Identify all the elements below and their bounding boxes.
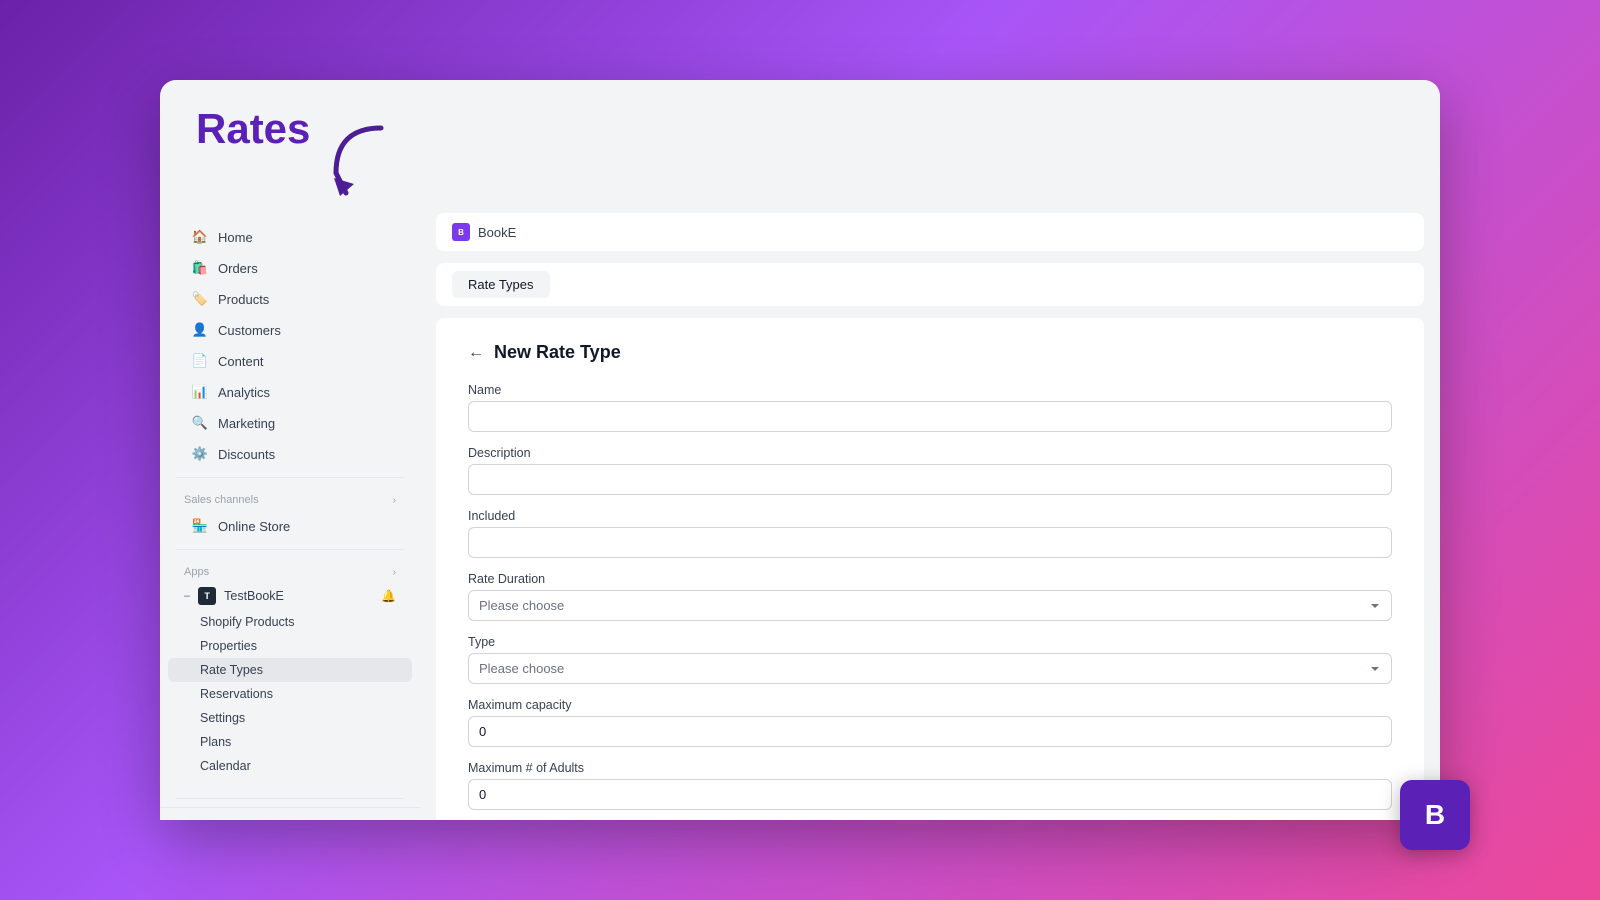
- tab-rate-types[interactable]: Rate Types: [452, 271, 550, 298]
- max-capacity-input[interactable]: [468, 716, 1392, 747]
- sub-item-plans[interactable]: Plans: [160, 730, 420, 754]
- max-adults-label: Maximum # of Adults: [468, 761, 1392, 775]
- sub-item-settings-app[interactable]: Settings: [160, 706, 420, 730]
- sub-item-properties[interactable]: Properties: [160, 634, 420, 658]
- customers-icon: 👤: [192, 322, 208, 338]
- back-arrow-icon[interactable]: ←: [468, 344, 484, 362]
- marketing-icon: 🔍: [192, 415, 208, 431]
- form-card: ← New Rate Type Name Description Include…: [436, 318, 1424, 820]
- chevron-right-icon: ›: [393, 495, 396, 506]
- nav-item-home[interactable]: 🏠 Home: [168, 222, 412, 252]
- main-content: B BookE Rate Types ← New Rate Type Name: [420, 213, 1440, 820]
- field-name: Name: [468, 383, 1392, 432]
- sub-item-reservations[interactable]: Reservations: [160, 682, 420, 706]
- nav-item-marketing[interactable]: 🔍 Marketing: [168, 408, 412, 438]
- app-icon: T: [198, 587, 216, 605]
- analytics-icon: 📊: [192, 384, 208, 400]
- sales-channels-section: Sales channels ›: [160, 486, 420, 510]
- included-input[interactable]: [468, 527, 1392, 558]
- app-testbooke[interactable]: – T TestBookE 🔔: [160, 582, 420, 610]
- home-icon: 🏠: [192, 229, 208, 245]
- field-type: Type Please choose: [468, 635, 1392, 684]
- content-icon: 📄: [192, 353, 208, 369]
- nav-item-content[interactable]: 📄 Content: [168, 346, 412, 376]
- field-max-capacity: Maximum capacity: [468, 698, 1392, 747]
- name-label: Name: [468, 383, 1392, 397]
- orders-icon: 🛍️: [192, 260, 208, 276]
- app-collapse-icon: –: [184, 590, 190, 602]
- nav-item-analytics[interactable]: 📊 Analytics: [168, 377, 412, 407]
- nav-item-customers[interactable]: 👤 Customers: [168, 315, 412, 345]
- field-max-adults: Maximum # of Adults: [468, 761, 1392, 810]
- card-header: Rates: [160, 80, 1440, 203]
- nav-item-discounts[interactable]: ⚙️ Discounts: [168, 439, 412, 469]
- name-input[interactable]: [468, 401, 1392, 432]
- arrow-graphic: [326, 118, 396, 203]
- rate-duration-label: Rate Duration: [468, 572, 1392, 586]
- breadcrumb-app-icon: B: [452, 223, 470, 241]
- breadcrumb-app-name: BookE: [478, 225, 516, 240]
- field-included: Included: [468, 509, 1392, 558]
- sub-item-shopify-products[interactable]: Shopify Products: [160, 610, 420, 634]
- sub-item-calendar[interactable]: Calendar: [160, 754, 420, 778]
- type-label: Type: [468, 635, 1392, 649]
- included-label: Included: [468, 509, 1392, 523]
- description-input[interactable]: [468, 464, 1392, 495]
- apps-chevron-icon: ›: [393, 567, 396, 578]
- field-rate-duration: Rate Duration Please choose: [468, 572, 1392, 621]
- max-capacity-label: Maximum capacity: [468, 698, 1392, 712]
- apps-section: Apps ›: [160, 558, 420, 582]
- sidebar: 🏠 Home 🛍️ Orders 🏷️ Products 👤 Customers…: [160, 213, 420, 820]
- field-description: Description: [468, 446, 1392, 495]
- nav-item-online-store[interactable]: 🏪 Online Store: [168, 511, 412, 541]
- divider-3: [176, 798, 404, 799]
- page-title: Rates: [196, 108, 310, 150]
- b-badge: B: [1400, 780, 1470, 850]
- breadcrumb-bar: B BookE: [436, 213, 1424, 251]
- divider-2: [176, 549, 404, 550]
- form-title: New Rate Type: [494, 342, 621, 363]
- divider-1: [176, 477, 404, 478]
- sub-item-rate-types[interactable]: Rate Types: [168, 658, 412, 682]
- rate-duration-select[interactable]: Please choose: [468, 590, 1392, 621]
- settings-bottom[interactable]: ⚙️ Settings: [160, 807, 420, 820]
- nav-item-products[interactable]: 🏷️ Products: [168, 284, 412, 314]
- max-adults-input[interactable]: [468, 779, 1392, 810]
- store-icon: 🏪: [192, 518, 208, 534]
- form-title-row: ← New Rate Type: [468, 342, 1392, 363]
- tab-bar: Rate Types: [436, 263, 1424, 306]
- type-select[interactable]: Please choose: [468, 653, 1392, 684]
- content-area: 🏠 Home 🛍️ Orders 🏷️ Products 👤 Customers…: [160, 213, 1440, 820]
- discounts-icon: ⚙️: [192, 446, 208, 462]
- nav-item-orders[interactable]: 🛍️ Orders: [168, 253, 412, 283]
- bell-icon[interactable]: 🔔: [381, 589, 396, 603]
- main-card: Rates 🏠 Home 🛍️ Orders 🏷️ Products: [160, 80, 1440, 820]
- description-label: Description: [468, 446, 1392, 460]
- products-icon: 🏷️: [192, 291, 208, 307]
